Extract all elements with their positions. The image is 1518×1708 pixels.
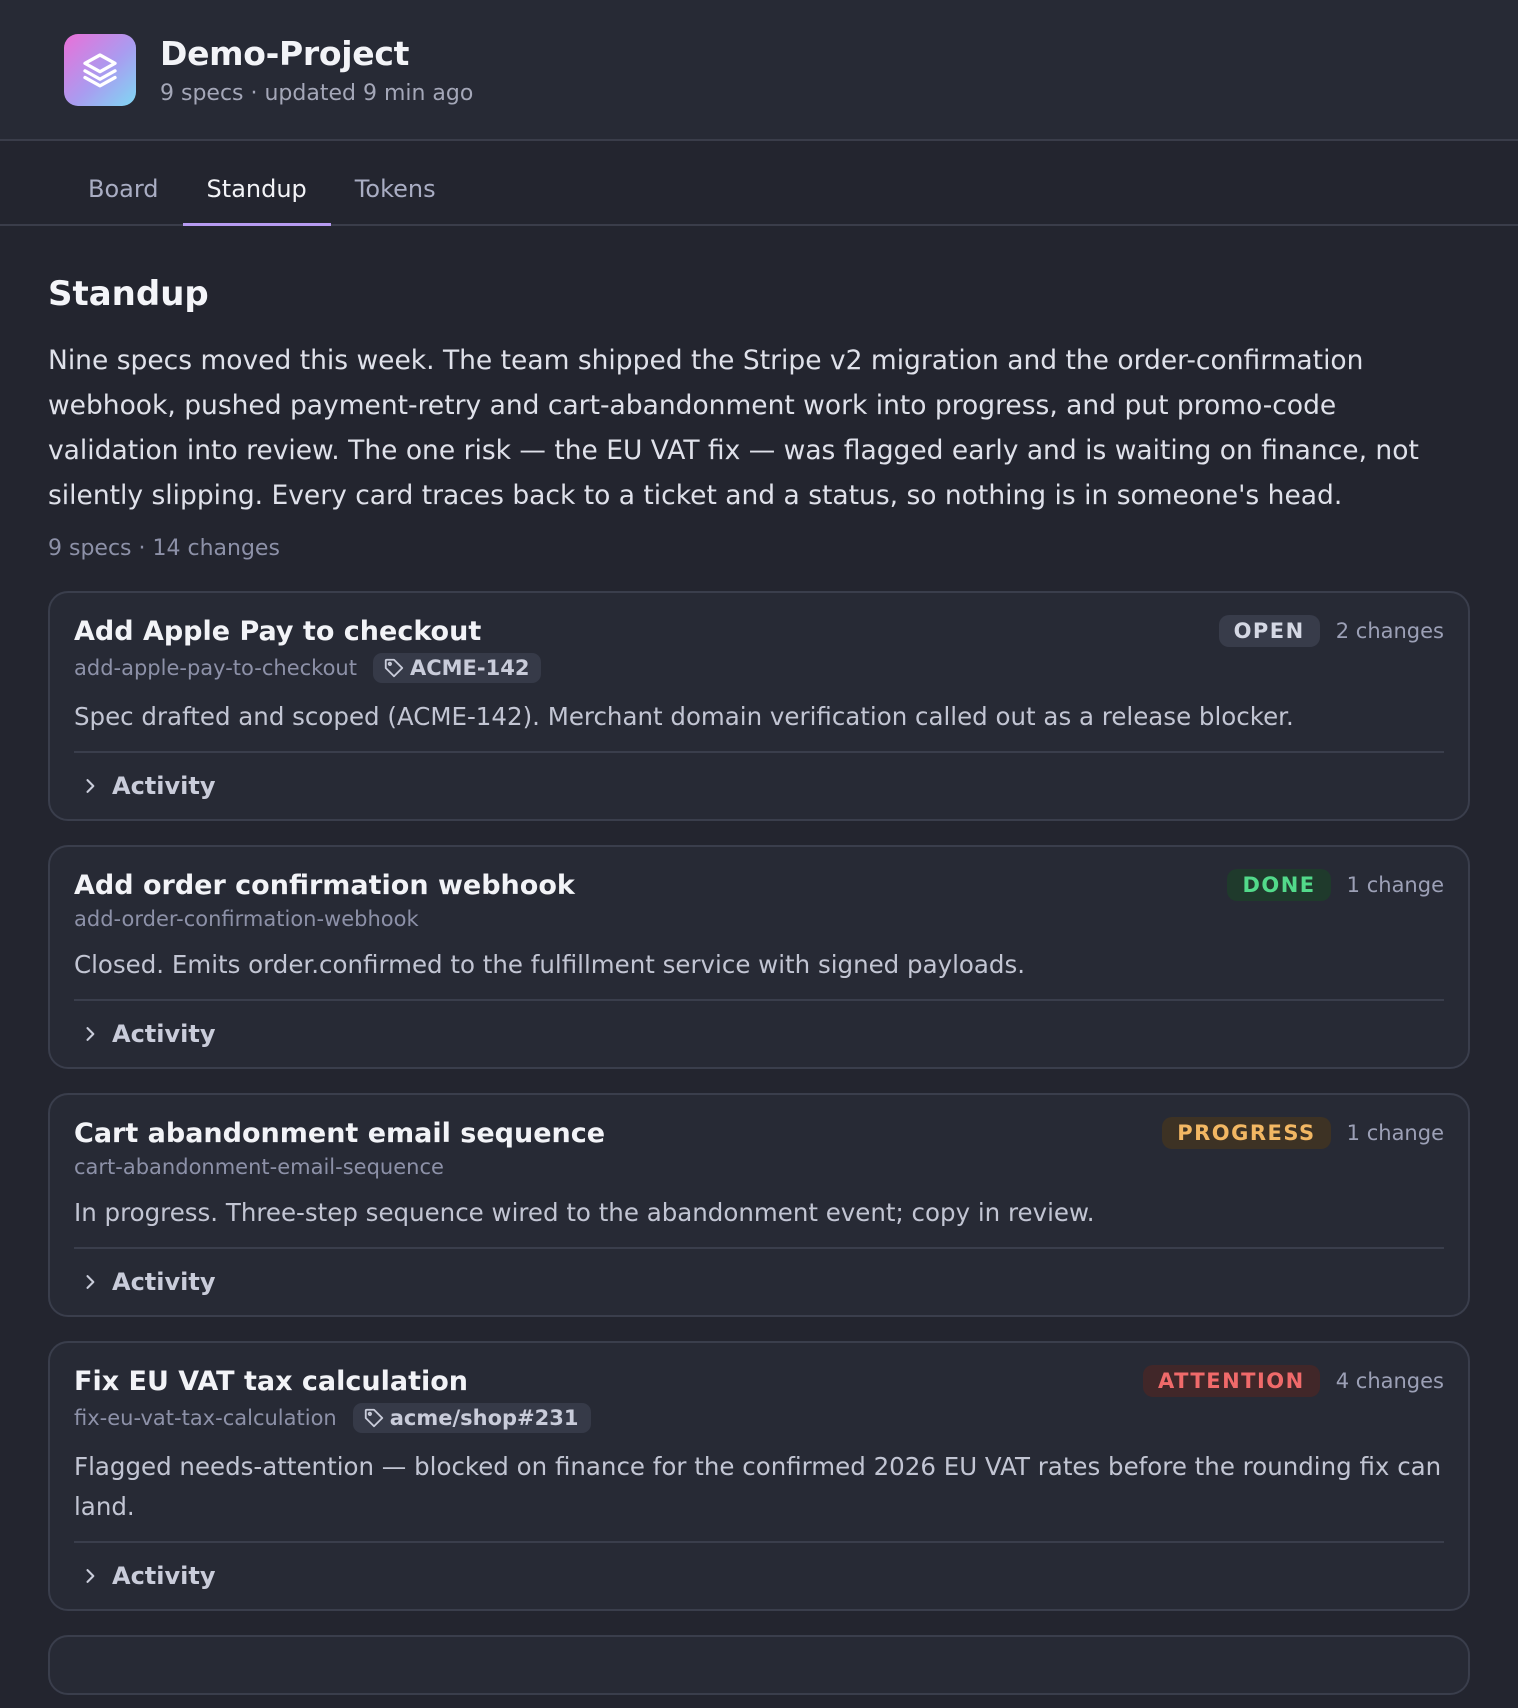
chevron-right-icon — [86, 1027, 95, 1041]
ticket-label: acme/shop#231 — [389, 1406, 579, 1430]
standup-meta: 9 specs · 14 changes — [48, 536, 280, 561]
spec-slug: add-apple-pay-to-checkout — [74, 656, 357, 680]
activity-toggle[interactable]: Activity — [74, 751, 1444, 819]
stack-layers-icon — [64, 33, 136, 106]
spec-description: Closed. Emits order.confirmed to the ful… — [74, 950, 1025, 979]
spec-description: Spec drafted and scoped (ACME-142). Merc… — [74, 702, 1294, 731]
spec-title: Cart abandonment email sequence — [74, 1118, 606, 1149]
change-count: 1 change — [1346, 873, 1444, 897]
activity-label: Activity — [112, 1562, 216, 1590]
project-info: Demo-Project 9 specs · updated 9 min ago — [160, 34, 473, 106]
status-badge: OPEN — [1218, 615, 1320, 647]
spec-card: Fix EU VAT tax calculation fix-eu-vat-ta… — [48, 1341, 1470, 1611]
spec-description: In progress. Three-step sequence wired t… — [74, 1198, 1095, 1227]
chevron-right-icon — [86, 779, 95, 793]
project-title: Demo-Project — [160, 33, 410, 73]
tag-icon — [384, 658, 404, 678]
spec-title: Add order confirmation webhook — [74, 870, 575, 901]
activity-label: Activity — [112, 1268, 216, 1296]
page-title: Standup — [48, 274, 209, 314]
tab-tokens[interactable]: Tokens — [331, 141, 460, 226]
status-badge: DONE — [1227, 869, 1331, 901]
spec-card: Add order confirmation webhook add-order… — [48, 845, 1470, 1069]
spec-card: Cart abandonment email sequence cart-aba… — [48, 1093, 1470, 1317]
change-count: 1 change — [1346, 1121, 1444, 1145]
change-count: 4 changes — [1335, 1369, 1444, 1393]
spec-title: Fix EU VAT tax calculation — [74, 1366, 469, 1397]
status-badge: PROGRESS — [1162, 1117, 1331, 1149]
spec-card: Add Apple Pay to checkout add-apple-pay-… — [48, 591, 1470, 821]
activity-label: Activity — [112, 1020, 216, 1048]
app-header: Demo-Project 9 specs · updated 9 min ago — [0, 0, 1518, 141]
activity-toggle[interactable]: Activity — [74, 1247, 1444, 1315]
spec-card — [48, 1635, 1470, 1695]
project-subtitle: 9 specs · updated 9 min ago — [160, 80, 474, 106]
spec-slug: fix-eu-vat-tax-calculation — [74, 1406, 337, 1430]
activity-toggle[interactable]: Activity — [74, 999, 1444, 1067]
activity-toggle[interactable]: Activity — [74, 1541, 1444, 1609]
spec-title: Add Apple Pay to checkout — [74, 616, 482, 647]
tab-bar: Board Standup Tokens — [0, 141, 1518, 226]
spec-slug: add-order-confirmation-webhook — [74, 907, 419, 931]
tab-board[interactable]: Board — [64, 141, 183, 226]
ticket-tag[interactable]: ACME-142 — [372, 653, 542, 683]
tag-icon — [364, 1408, 383, 1428]
standup-summary: Nine specs moved this week. The team shi… — [48, 345, 1419, 511]
status-badge: ATTENTION — [1142, 1365, 1320, 1397]
ticket-tag[interactable]: acme/shop#231 — [352, 1403, 591, 1433]
standup-content: Standup Nine specs moved this week. The … — [0, 226, 1518, 1695]
ticket-label: ACME-142 — [409, 656, 530, 680]
chevron-right-icon — [86, 1275, 95, 1289]
activity-label: Activity — [112, 772, 216, 800]
change-count: 2 changes — [1335, 619, 1444, 643]
chevron-right-icon — [86, 1569, 95, 1583]
tab-standup[interactable]: Standup — [182, 141, 331, 226]
spec-description: Flagged needs-attention — blocked on fin… — [74, 1452, 1442, 1521]
spec-slug: cart-abandonment-email-sequence — [74, 1155, 444, 1179]
